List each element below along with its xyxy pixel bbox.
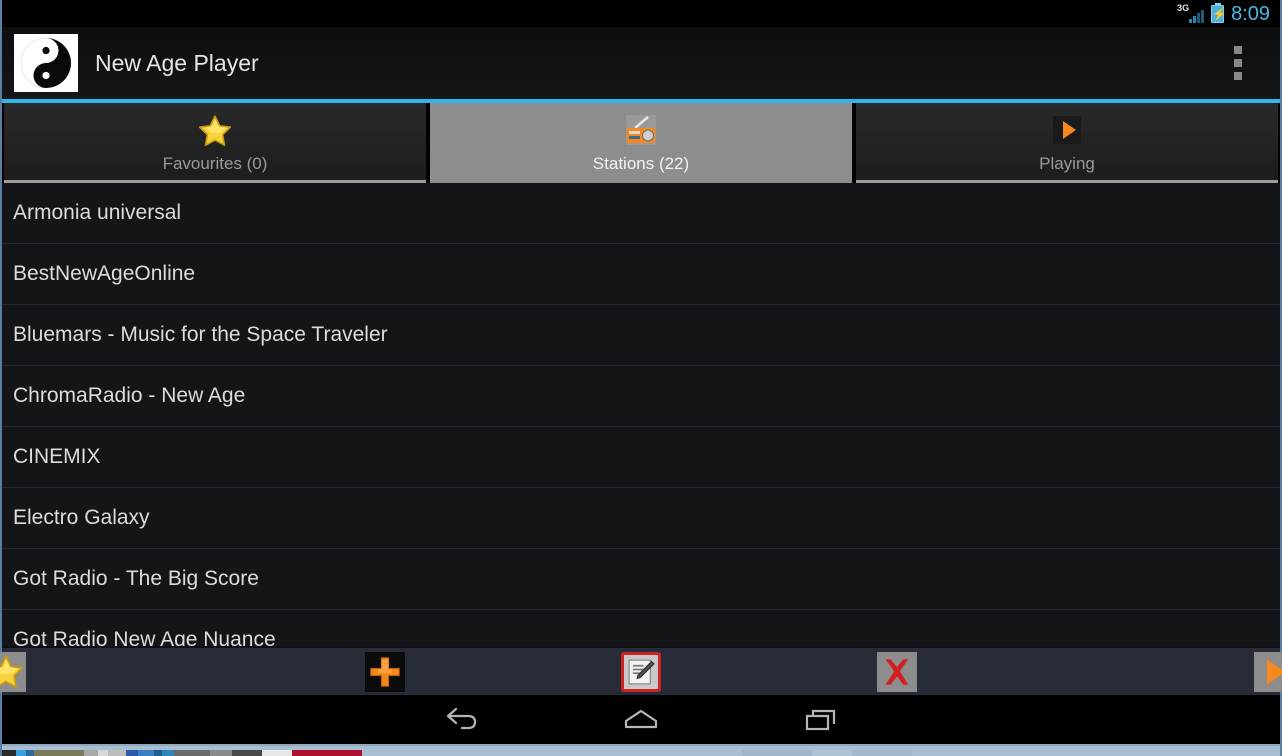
add-plus-icon[interactable] bbox=[365, 651, 406, 692]
clock-label: 8:09 bbox=[1231, 2, 1270, 25]
list-item[interactable]: Electro Galaxy bbox=[2, 488, 1280, 549]
device-screen: 3G ⚡ 8:09 New Age Player Favourites (0) … bbox=[0, 0, 1282, 756]
station-name: CINEMIX bbox=[13, 445, 101, 468]
station-name: Armonia universal bbox=[13, 201, 182, 224]
list-item[interactable]: Got Radio New Age Nuance bbox=[2, 610, 1280, 646]
station-name: Got Radio New Age Nuance bbox=[13, 628, 276, 646]
station-name: BestNewAgeOnline bbox=[13, 262, 196, 285]
tab-favourites[interactable]: Favourites (0) bbox=[2, 103, 428, 183]
list-item[interactable]: BestNewAgeOnline bbox=[2, 244, 1280, 305]
station-name: Electro Galaxy bbox=[13, 506, 150, 529]
back-icon[interactable] bbox=[431, 703, 491, 737]
station-name: ChromaRadio - New Age bbox=[13, 384, 246, 407]
status-bar: 3G ⚡ 8:09 bbox=[2, 0, 1280, 27]
toolbar-slot-delete bbox=[769, 651, 1025, 692]
bottom-action-toolbar bbox=[0, 648, 1282, 695]
signal-bars-icon bbox=[1189, 9, 1205, 23]
station-name: Bluemars - Music for the Space Traveler bbox=[13, 323, 388, 346]
list-item[interactable]: Bluemars - Music for the Space Traveler bbox=[2, 305, 1280, 366]
android-nav-bar bbox=[2, 695, 1280, 744]
app-action-bar: New Age Player bbox=[2, 27, 1280, 99]
list-item[interactable]: Armonia universal bbox=[2, 183, 1280, 244]
list-item[interactable]: CINEMIX bbox=[2, 427, 1280, 488]
station-name: Got Radio - The Big Score bbox=[13, 567, 259, 590]
recents-icon[interactable] bbox=[791, 703, 851, 737]
list-item[interactable]: Got Radio - The Big Score bbox=[2, 549, 1280, 610]
home-icon[interactable] bbox=[611, 703, 671, 737]
toolbar-slot-play bbox=[1024, 651, 1282, 692]
station-list[interactable]: Armonia universal BestNewAgeOnline Bluem… bbox=[2, 183, 1280, 646]
tab-favourites-label: Favourites (0) bbox=[162, 154, 268, 173]
app-title: New Age Player bbox=[95, 49, 259, 76]
edit-pencil-icon[interactable] bbox=[620, 651, 661, 692]
signal-3g-icon: 3G bbox=[1177, 2, 1205, 23]
play-icon[interactable] bbox=[1253, 651, 1282, 692]
tab-playing-label: Playing bbox=[1039, 154, 1095, 173]
tab-stations-label: Stations (22) bbox=[592, 154, 690, 173]
tab-bar: Favourites (0) Stations (22) Playing bbox=[2, 103, 1280, 183]
battery-charging-icon: ⚡ bbox=[1211, 2, 1228, 23]
radio-icon bbox=[620, 112, 662, 150]
play-icon bbox=[1046, 112, 1088, 150]
delete-x-icon[interactable] bbox=[876, 651, 917, 692]
tab-playing[interactable]: Playing bbox=[854, 103, 1280, 183]
toolbar-slot-edit bbox=[513, 651, 769, 692]
toolbar-slot-add bbox=[258, 651, 514, 692]
list-item[interactable]: ChromaRadio - New Age bbox=[2, 366, 1280, 427]
tab-stations[interactable]: Stations (22) bbox=[428, 103, 854, 183]
yin-yang-logo-icon bbox=[14, 34, 78, 92]
desktop-taskbar-sliver bbox=[2, 744, 1280, 756]
star-icon bbox=[194, 112, 236, 150]
favourite-star-icon[interactable] bbox=[0, 651, 26, 692]
network-type-label: 3G bbox=[1177, 2, 1190, 13]
overflow-menu-icon[interactable] bbox=[1214, 27, 1262, 99]
toolbar-slot-favourite bbox=[0, 651, 258, 692]
